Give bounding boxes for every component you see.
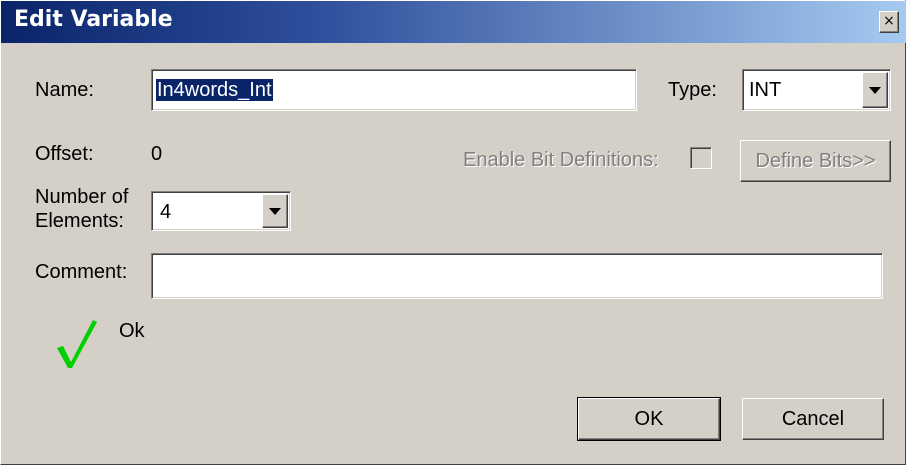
number-of-elements-label-line1: Number of <box>35 186 129 208</box>
comment-label: Comment: <box>35 261 128 283</box>
type-select[interactable]: INT <box>742 69 891 111</box>
define-bits-button[interactable]: Define Bits>> <box>740 140 891 182</box>
offset-label: Offset: <box>35 143 94 165</box>
number-of-elements-select[interactable]: 4 <box>151 191 291 231</box>
cancel-button-label: Cancel <box>781 408 845 430</box>
elements-dropdown-button[interactable] <box>262 194 288 228</box>
type-dropdown-button[interactable] <box>862 72 888 108</box>
number-of-elements-label-line2: Elements: <box>35 210 124 232</box>
status-text: Ok <box>119 320 145 342</box>
comment-input[interactable] <box>151 253 883 299</box>
enable-bit-definitions-checkbox[interactable] <box>690 147 712 169</box>
close-icon: × <box>883 13 895 29</box>
close-button[interactable]: × <box>879 11 899 33</box>
window-title: Edit Variable <box>14 7 173 32</box>
ok-button[interactable]: OK <box>577 397 721 441</box>
type-label: Type: <box>668 79 717 101</box>
name-input[interactable]: In4words_Int <box>151 69 637 111</box>
ok-button-label: OK <box>634 408 664 430</box>
offset-value: 0 <box>151 143 163 165</box>
name-label: Name: <box>35 79 94 101</box>
name-input-value: In4words_Int <box>156 79 273 101</box>
define-bits-button-label: Define Bits>> <box>755 150 876 172</box>
cancel-button[interactable]: Cancel <box>742 398 884 440</box>
title-bar[interactable]: Edit Variable × <box>1 1 906 43</box>
edit-variable-dialog: Edit Variable × Name: In4words_Int Type:… <box>0 0 906 465</box>
enable-bit-definitions-label: Enable Bit Definitions: <box>463 149 659 171</box>
type-select-value: INT <box>749 79 782 101</box>
number-of-elements-value: 4 <box>160 201 172 223</box>
checkmark-icon <box>57 320 97 368</box>
